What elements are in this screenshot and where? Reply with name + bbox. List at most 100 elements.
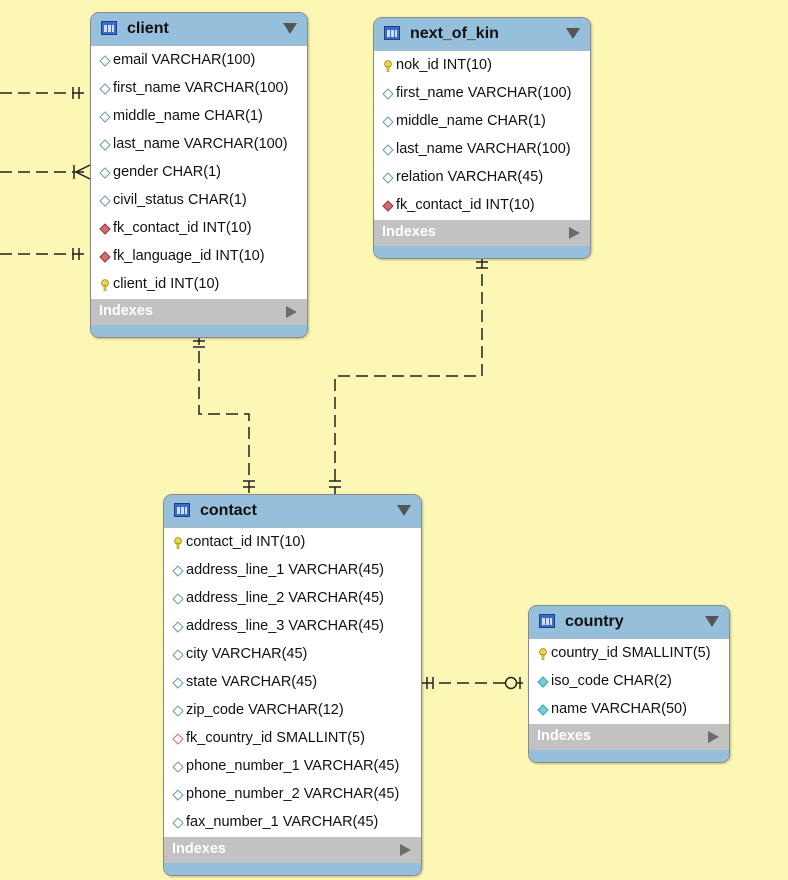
column-icon <box>382 144 394 156</box>
column-row[interactable]: fk_country_id SMALLINT(5) <box>164 725 421 753</box>
column-row[interactable]: contact_id INT(10) <box>164 529 421 557</box>
table-header[interactable]: country <box>529 606 729 639</box>
collapse-arrow-icon[interactable] <box>283 23 297 34</box>
table-header[interactable]: next_of_kin <box>374 18 590 51</box>
collapse-arrow-icon[interactable] <box>705 616 719 627</box>
table-next-of-kin[interactable]: next_of_kin nok_id INT(10) first_name VARC… <box>373 17 591 259</box>
column-row[interactable]: address_line_3 VARCHAR(45) <box>164 613 421 641</box>
column-icon <box>99 83 111 95</box>
column-row[interactable]: zip_code VARCHAR(12) <box>164 697 421 725</box>
column-icon <box>172 621 184 633</box>
indexes-section[interactable]: Indexes <box>529 724 729 750</box>
column-label: nok_id INT(10) <box>396 57 492 73</box>
column-row[interactable]: country_id SMALLINT(5) <box>529 640 729 668</box>
column-label: client_id INT(10) <box>113 276 220 292</box>
table-icon <box>384 26 400 40</box>
column-row[interactable]: state VARCHAR(45) <box>164 669 421 697</box>
column-icon <box>537 676 549 688</box>
column-icon <box>172 817 184 829</box>
column-row[interactable]: first_name VARCHAR(100) <box>91 75 307 103</box>
column-row[interactable]: fk_contact_id INT(10) <box>91 215 307 243</box>
table-icon <box>101 21 117 35</box>
column-icon <box>382 172 394 184</box>
column-row[interactable]: phone_number_2 VARCHAR(45) <box>164 781 421 809</box>
column-icon <box>99 195 111 207</box>
relationship-line <box>198 333 250 494</box>
table-header[interactable]: client <box>91 13 307 46</box>
column-row[interactable]: fk_contact_id INT(10) <box>374 192 590 220</box>
column-label: relation VARCHAR(45) <box>396 169 544 185</box>
column-icon <box>172 593 184 605</box>
foreign-key-icon <box>99 251 111 263</box>
column-label: city VARCHAR(45) <box>186 646 308 662</box>
collapse-arrow-icon[interactable] <box>397 505 411 516</box>
column-row[interactable]: civil_status CHAR(1) <box>91 187 307 215</box>
column-row[interactable]: phone_number_1 VARCHAR(45) <box>164 753 421 781</box>
table-footer <box>91 325 307 337</box>
column-label: contact_id INT(10) <box>186 534 306 550</box>
column-label: fax_number_1 VARCHAR(45) <box>186 814 379 830</box>
column-list: contact_id INT(10) address_line_1 VARCHAR… <box>164 528 421 837</box>
column-row[interactable]: middle_name CHAR(1) <box>374 108 590 136</box>
expand-arrow-icon[interactable] <box>708 731 719 743</box>
primary-key-icon <box>537 648 549 660</box>
column-row[interactable]: fk_language_id INT(10) <box>91 243 307 271</box>
column-label: iso_code CHAR(2) <box>551 673 672 689</box>
expand-arrow-icon[interactable] <box>286 306 297 318</box>
expand-arrow-icon[interactable] <box>569 227 580 239</box>
column-icon <box>172 649 184 661</box>
column-row[interactable]: client_id INT(10) <box>91 271 307 299</box>
column-icon <box>537 704 549 716</box>
table-icon <box>174 503 190 517</box>
column-label: last_name VARCHAR(100) <box>113 136 288 152</box>
column-row[interactable]: nok_id INT(10) <box>374 52 590 80</box>
expand-arrow-icon[interactable] <box>400 844 411 856</box>
indexes-label: Indexes <box>172 841 226 857</box>
table-title: contact <box>200 502 257 519</box>
column-row[interactable]: fax_number_1 VARCHAR(45) <box>164 809 421 837</box>
column-row[interactable]: gender CHAR(1) <box>91 159 307 187</box>
column-label: fk_language_id INT(10) <box>113 248 265 264</box>
column-list: country_id SMALLINT(5) iso_code CHAR(2) na… <box>529 639 729 724</box>
column-icon <box>382 116 394 128</box>
table-title: client <box>127 20 169 37</box>
column-label: fk_country_id SMALLINT(5) <box>186 730 365 746</box>
indexes-section[interactable]: Indexes <box>91 299 307 325</box>
table-country[interactable]: country country_id SMALLINT(5) iso_code CH… <box>528 605 730 763</box>
table-footer <box>164 863 421 875</box>
column-row[interactable]: relation VARCHAR(45) <box>374 164 590 192</box>
column-icon <box>382 88 394 100</box>
foreign-key-icon <box>382 200 394 212</box>
column-row[interactable]: address_line_1 VARCHAR(45) <box>164 557 421 585</box>
indexes-section[interactable]: Indexes <box>164 837 421 863</box>
table-footer <box>374 246 590 258</box>
column-label: first_name VARCHAR(100) <box>113 80 289 96</box>
table-header[interactable]: contact <box>164 495 421 528</box>
column-icon <box>99 55 111 67</box>
column-row[interactable]: iso_code CHAR(2) <box>529 668 729 696</box>
column-row[interactable]: middle_name CHAR(1) <box>91 103 307 131</box>
column-list: email VARCHAR(100) first_name VARCHAR(100… <box>91 46 307 299</box>
column-label: middle_name CHAR(1) <box>113 108 263 124</box>
column-row[interactable]: name VARCHAR(50) <box>529 696 729 724</box>
column-row[interactable]: first_name VARCHAR(100) <box>374 80 590 108</box>
indexes-label: Indexes <box>537 728 591 744</box>
table-client[interactable]: client email VARCHAR(100) first_name VARCH… <box>90 12 308 338</box>
er-diagram-canvas: client email VARCHAR(100) first_name VARCH… <box>0 0 788 880</box>
indexes-section[interactable]: Indexes <box>374 220 590 246</box>
column-row[interactable]: last_name VARCHAR(100) <box>374 136 590 164</box>
cardinality-circle <box>504 676 518 690</box>
column-label: fk_contact_id INT(10) <box>113 220 252 236</box>
column-row[interactable]: address_line_2 VARCHAR(45) <box>164 585 421 613</box>
column-label: civil_status CHAR(1) <box>113 192 247 208</box>
column-label: address_line_2 VARCHAR(45) <box>186 590 384 606</box>
table-icon <box>539 614 555 628</box>
column-list: nok_id INT(10) first_name VARCHAR(100) mid… <box>374 51 590 220</box>
table-contact[interactable]: contact contact_id INT(10) address_line_1 … <box>163 494 422 876</box>
column-icon <box>172 761 184 773</box>
column-row[interactable]: email VARCHAR(100) <box>91 47 307 75</box>
column-label: gender CHAR(1) <box>113 164 221 180</box>
column-row[interactable]: last_name VARCHAR(100) <box>91 131 307 159</box>
collapse-arrow-icon[interactable] <box>566 28 580 39</box>
column-row[interactable]: city VARCHAR(45) <box>164 641 421 669</box>
